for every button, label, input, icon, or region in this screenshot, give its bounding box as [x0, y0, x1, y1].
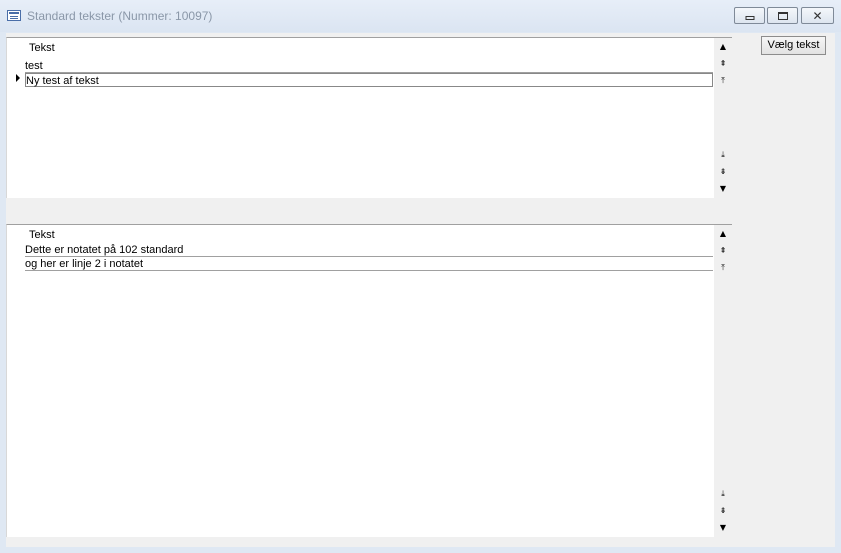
- bottom-subform: Tekst Dette er notatet på 102 standard o…: [6, 224, 732, 537]
- maximize-icon: [777, 11, 788, 20]
- form-icon[interactable]: [7, 10, 21, 21]
- top-subform: Tekst test Ny test af tekst ▲ ⇞ ⤒ ⤓ ⇟ ▼: [6, 37, 732, 198]
- page-up-icon[interactable]: ⤒: [714, 74, 732, 88]
- record-up-icon[interactable]: ⇞: [714, 244, 732, 258]
- title-bar: Standard tekster (Nummer: 10097) ✕: [0, 0, 841, 32]
- page-down-icon[interactable]: ⤓: [714, 487, 732, 501]
- list-item[interactable]: test: [25, 59, 713, 73]
- choose-text-button[interactable]: Vælg tekst: [761, 36, 826, 55]
- maximize-button[interactable]: [767, 7, 798, 24]
- form-body: Tekst test Ny test af tekst ▲ ⇞ ⤒ ⤓ ⇟ ▼ …: [6, 33, 835, 547]
- minimize-icon: [745, 15, 754, 20]
- minimize-button[interactable]: [734, 7, 765, 24]
- scroll-up-icon[interactable]: ▲: [714, 227, 732, 241]
- scroll-up-icon[interactable]: ▲: [714, 40, 732, 54]
- window-title: Standard tekster (Nummer: 10097): [27, 9, 213, 23]
- scroll-down-icon[interactable]: ▼: [714, 182, 732, 196]
- close-button[interactable]: ✕: [801, 7, 834, 24]
- scroll-down-icon[interactable]: ▼: [714, 521, 732, 535]
- record-down-icon[interactable]: ⇟: [714, 165, 732, 179]
- record-up-icon[interactable]: ⇞: [714, 57, 732, 71]
- column-header-tekst[interactable]: Tekst: [25, 228, 717, 242]
- record-selector-arrow-icon: [16, 74, 20, 82]
- column-header-tekst[interactable]: Tekst: [25, 41, 717, 55]
- close-icon: ✕: [812, 8, 823, 23]
- page-up-icon[interactable]: ⤒: [714, 261, 732, 275]
- page-down-icon[interactable]: ⤓: [714, 148, 732, 162]
- list-item-current[interactable]: Ny test af tekst: [25, 73, 713, 87]
- top-scrollbar[interactable]: ▲ ⇞ ⤒ ⤓ ⇟ ▼: [714, 38, 732, 198]
- record-down-icon[interactable]: ⇟: [714, 504, 732, 518]
- list-item[interactable]: Dette er notatet på 102 standard: [25, 243, 713, 257]
- bottom-scrollbar[interactable]: ▲ ⇞ ⤒ ⤓ ⇟ ▼: [714, 225, 732, 537]
- list-item[interactable]: og her er linje 2 i notatet: [25, 257, 713, 271]
